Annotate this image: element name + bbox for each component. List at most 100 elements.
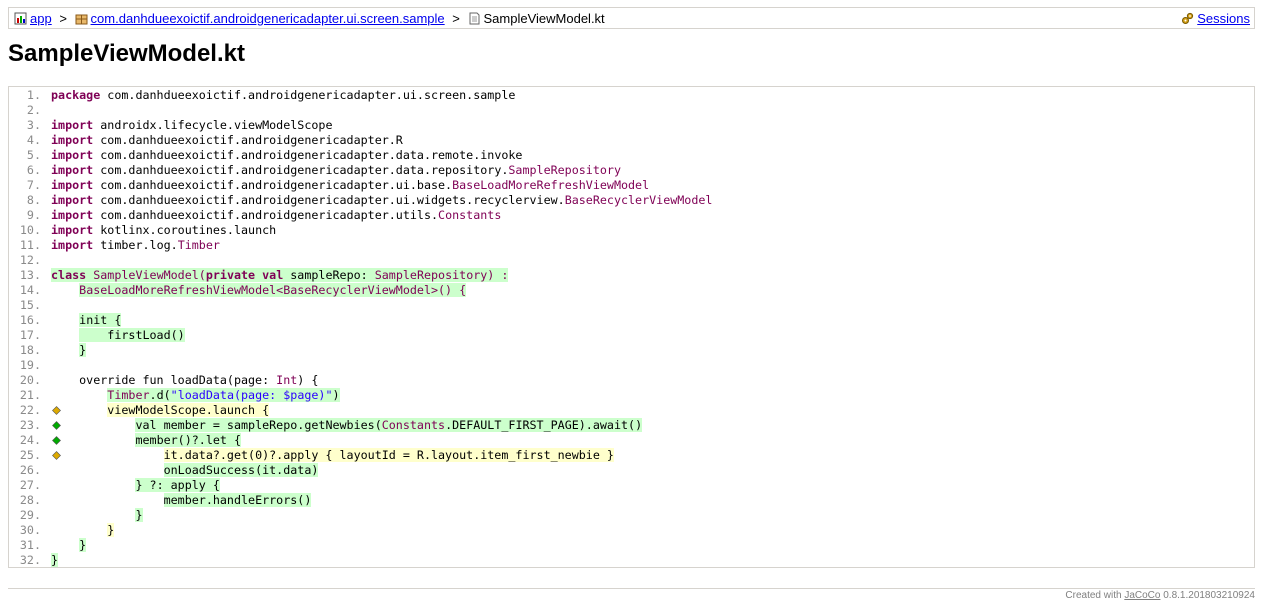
footer-divider xyxy=(8,588,1255,589)
code-token: com.danhdueexoictif.androidgenericadapte… xyxy=(93,193,565,207)
breadcrumb-package-link[interactable]: com.danhdueexoictif.androidgenericadapte… xyxy=(91,11,445,26)
source-line: 29. } xyxy=(9,508,1254,523)
line-number: 23. xyxy=(19,418,41,432)
code-token: Constants xyxy=(438,208,502,222)
source-line: 14. BaseLoadMoreRefreshViewModel<BaseRec… xyxy=(9,283,1254,298)
source-line: 26. onLoadSuccess(it.data) xyxy=(9,463,1254,478)
line-number: 3. xyxy=(26,118,41,132)
footer-prefix: Created with xyxy=(1065,590,1125,601)
code-token: import xyxy=(51,193,94,207)
line-number: 32. xyxy=(19,553,41,567)
covered-code: class SampleViewModel(private val sample… xyxy=(51,268,509,282)
source-line: 16. init { xyxy=(9,313,1254,328)
code-token: com.danhdueexoictif.androidgenericadapte… xyxy=(93,163,509,177)
code-text: import com.danhdueexoictif.androidgeneri… xyxy=(51,178,649,193)
line-number: 24. xyxy=(19,433,41,447)
line-number: 26. xyxy=(19,463,41,477)
code-text: member()?.let { xyxy=(51,433,242,448)
source-line: 17. firstLoad() xyxy=(9,328,1254,343)
source-line: 4. import com.danhdueexoictif.androidgene… xyxy=(9,133,1254,148)
code-content: import com.danhdueexoictif.androidgeneri… xyxy=(51,193,712,207)
line-number: 19. xyxy=(19,358,41,372)
source-line: 21. Timber.d("loadData(page: $page)") xyxy=(9,388,1254,403)
source-line: 25. it.data?.get(0)?.apply { layoutId = … xyxy=(9,448,1254,463)
breadcrumb-current-file: SampleViewModel.kt xyxy=(483,11,605,26)
code-text: } xyxy=(51,538,87,553)
code-token: init { xyxy=(79,313,122,327)
code-token: androidx.lifecycle.viewModelScope xyxy=(93,118,333,132)
code-content: override fun loadData(page: Int) { xyxy=(51,373,318,387)
code-text: member.handleErrors() xyxy=(51,493,312,508)
line-number: 20. xyxy=(19,373,41,387)
line-number: 7. xyxy=(26,178,41,192)
source-line: 18. } xyxy=(9,343,1254,358)
code-text: } xyxy=(51,523,115,538)
code-token: timber.log. xyxy=(93,238,178,252)
line-number: 16. xyxy=(19,313,41,327)
code-content: import com.danhdueexoictif.androidgeneri… xyxy=(51,208,501,222)
covered-code: firstLoad() xyxy=(79,328,185,342)
source-line: 23. val member = sampleRepo.getNewbies(C… xyxy=(9,418,1254,433)
source-line: 11. import timber.log.Timber xyxy=(9,238,1254,253)
code-token: } ?: apply { xyxy=(135,478,220,492)
code-token: "loadData(page: $page)" xyxy=(170,388,333,402)
source-line: 32.} xyxy=(9,553,1254,567)
covered-code: } ?: apply { xyxy=(135,478,220,492)
code-token: BaseLoadMoreRefreshViewModel<BaseRecycle… xyxy=(79,283,467,297)
breadcrumb-path: app > com.danhdueexoictif.androidgeneric… xyxy=(14,11,605,26)
source-code-listing: 1. package com.danhdueexoictif.androidgen… xyxy=(8,86,1255,568)
code-token: Int xyxy=(276,373,298,387)
breadcrumb-separator: > xyxy=(452,11,460,26)
line-number: 22. xyxy=(19,403,41,417)
line-number: 2. xyxy=(26,103,41,117)
code-token: onLoadSuccess(it.data) xyxy=(163,463,319,477)
covered-code: member.handleErrors() xyxy=(163,493,312,507)
partly-covered-code: viewModelScope.launch { xyxy=(107,403,270,417)
source-line: 22. viewModelScope.launch { xyxy=(9,403,1254,418)
code-token: com.danhdueexoictif.androidgenericadapte… xyxy=(93,208,439,222)
code-text: package com.danhdueexoictif.androidgener… xyxy=(51,88,515,103)
sessions-link[interactable]: Sessions xyxy=(1197,11,1250,26)
code-token: } xyxy=(79,538,87,552)
breadcrumb-separator: > xyxy=(59,11,67,26)
code-text: import androidx.lifecycle.viewModelScope xyxy=(51,118,332,133)
code-token: com.danhdueexoictif.androidgenericadapte… xyxy=(93,133,403,147)
code-text: onLoadSuccess(it.data) xyxy=(51,463,319,478)
source-line: 28. member.handleErrors() xyxy=(9,493,1254,508)
code-text: import com.danhdueexoictif.androidgeneri… xyxy=(51,133,403,148)
line-number: 21. xyxy=(19,388,41,402)
line-number: 14. xyxy=(19,283,41,297)
code-text: BaseLoadMoreRefreshViewModel<BaseRecycle… xyxy=(51,283,467,298)
source-file-icon xyxy=(469,12,480,25)
breadcrumb-app-link[interactable]: app xyxy=(30,11,52,26)
code-token: SampleRepository) : xyxy=(374,268,509,282)
source-line: 24. member()?.let { xyxy=(9,433,1254,448)
jacoco-link[interactable]: JaCoCo xyxy=(1124,590,1160,601)
code-content: import kotlinx.coroutines.launch xyxy=(51,223,276,237)
partly-covered-code: } xyxy=(107,523,115,537)
code-text: init { xyxy=(51,313,122,328)
code-token: } xyxy=(107,523,115,537)
code-token: import xyxy=(51,133,94,147)
code-token: member()?.let { xyxy=(135,433,242,447)
code-text: } xyxy=(51,343,87,358)
source-line: 27. } ?: apply { xyxy=(9,478,1254,493)
code-text: Timber.d("loadData(page: $page)") xyxy=(51,388,340,403)
sessions-area: Sessions xyxy=(1181,11,1250,26)
code-text: firstLoad() xyxy=(51,328,185,343)
code-token: SampleRepository xyxy=(508,163,621,177)
covered-code: init { xyxy=(79,313,122,327)
code-text: import com.danhdueexoictif.androidgeneri… xyxy=(51,148,522,163)
code-token: import xyxy=(51,148,94,162)
partly-covered-code: it.data?.get(0)?.apply { layoutId = R.la… xyxy=(163,448,614,462)
code-token: com.danhdueexoictif.androidgenericadapte… xyxy=(93,148,523,162)
line-number: 15. xyxy=(19,298,41,312)
code-content: import com.danhdueexoictif.androidgeneri… xyxy=(51,148,522,162)
source-line: 5. import com.danhdueexoictif.androidgene… xyxy=(9,148,1254,163)
covered-code: } xyxy=(51,553,59,567)
line-number: 30. xyxy=(19,523,41,537)
code-token: import xyxy=(51,163,94,177)
line-number: 9. xyxy=(26,208,41,222)
line-number: 25. xyxy=(19,448,41,462)
source-line: 19. xyxy=(9,358,1254,373)
